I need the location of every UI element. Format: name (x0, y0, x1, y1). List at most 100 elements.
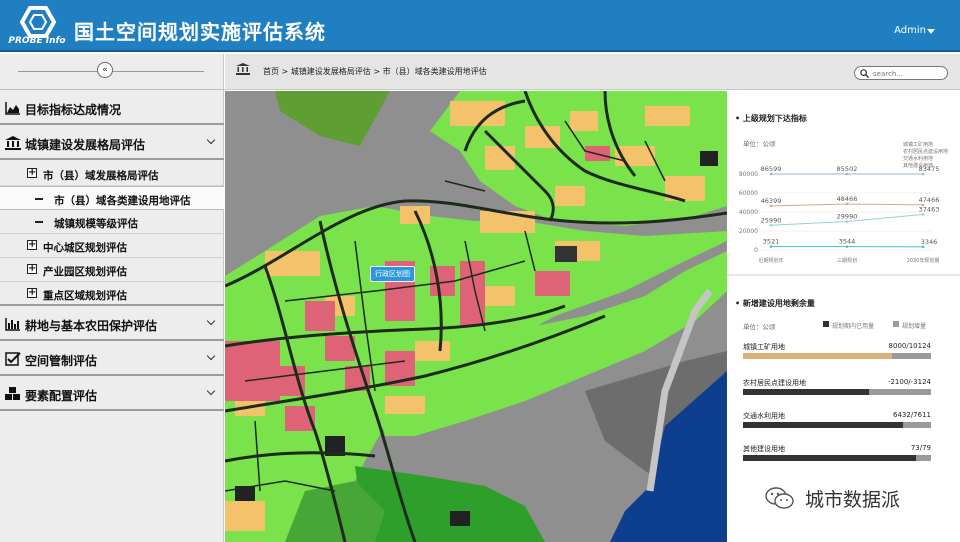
sidebar-subitem-county-land-use[interactable]: 市（县）域各类建设用地评估 (0, 186, 224, 210)
data-point (769, 245, 773, 248)
collapse-sidebar-button[interactable]: « (97, 62, 113, 78)
data-point (769, 204, 773, 208)
data-point (921, 213, 925, 216)
data-label: 47466 (919, 196, 940, 204)
data-label: 3346 (921, 238, 938, 246)
search-input[interactable] (873, 68, 943, 79)
panel1-title-text: 上级规划下达指标 (742, 114, 807, 123)
data-point (845, 245, 849, 248)
chevron-down-icon (206, 316, 216, 326)
sidebar-item-label: 城镇建设发展格局评估 (25, 138, 146, 152)
user-menu[interactable]: Admin (894, 25, 926, 36)
x-tick-label: 三期规划 (837, 257, 857, 264)
data-label: 86599 (761, 165, 782, 173)
data-label: 29990 (837, 213, 858, 221)
chevron-down-icon (206, 135, 216, 145)
legend-swatch (893, 321, 899, 327)
sidebar-item-spatial-control[interactable]: 空间管制评估 (0, 343, 224, 376)
sidebar-item-goal-indicators[interactable]: 目标指标达成情况 (0, 92, 224, 125)
y-tick-label: 40000 (739, 209, 758, 216)
panel2-title-text: 新增建设用地剩余量 (742, 299, 815, 308)
panel1-title: • 上级规划下达指标 (735, 114, 807, 123)
bar-track (743, 353, 931, 359)
sidebar-item-farmland[interactable]: 耕地与基本农田保护评估 (0, 308, 224, 341)
bar-value: 6432/7611 (893, 411, 931, 419)
sidebar-collapse-row: « (0, 54, 224, 90)
data-point (921, 245, 925, 249)
caret-down-icon[interactable] (927, 29, 935, 34)
data-label: 25990 (761, 216, 782, 224)
area-chart-icon (5, 102, 20, 115)
sidebar-item-label: 耕地与基本农田保护评估 (25, 319, 158, 333)
minus-icon (35, 221, 43, 223)
subitem-label: 中心城区规划评估 (43, 242, 127, 254)
panel2-title: • 新增建设用地剩余量 (735, 299, 815, 308)
bar-fill (743, 353, 892, 359)
right-panel: • 上级规划下达指标 单位：公顷 城镇工矿用地 农村居民点建设用地 交通水利用地… (727, 91, 960, 542)
data-label: 46399 (761, 197, 782, 205)
sidebar-subitem-central-city[interactable]: + 中心城区规划评估 (0, 234, 224, 258)
bar-name: 城镇工矿用地 (743, 343, 785, 351)
remaining-bar: 交通水利用地 6432/7611 (743, 411, 931, 431)
data-label: 85502 (837, 165, 858, 173)
land-use-map[interactable] (225, 91, 727, 542)
search-box[interactable] (854, 66, 948, 80)
sidebar-subitem-industrial-park[interactable]: + 产业园区规划评估 (0, 258, 224, 282)
bar-fill (743, 389, 869, 395)
data-point (845, 172, 849, 176)
y-tick-label: 80000 (739, 171, 758, 178)
data-point (769, 172, 773, 176)
plus-square-icon[interactable]: + (27, 264, 37, 274)
data-label: 83475 (919, 165, 940, 173)
bar-track (743, 389, 931, 395)
data-point (845, 220, 849, 223)
indicator-line-chart: 80000 60000 40000 20000 0 86599 85502 83475 463… (739, 165, 940, 264)
bar-name: 农村居民点建设用地 (743, 379, 806, 387)
data-point (845, 202, 849, 206)
y-tick-label: 0 (754, 247, 758, 254)
plus-square-icon[interactable]: + (27, 288, 37, 298)
data-label: 3521 (763, 238, 780, 246)
chevron-down-icon (206, 386, 216, 396)
logo-text: PROBE Info (8, 36, 66, 46)
legend-item: 规划期内已用量 (832, 323, 875, 330)
panel2-unit: 单位：公顷 (743, 323, 776, 331)
sidebar-subitem-key-area[interactable]: + 重点区域规划评估 (0, 282, 224, 306)
bar-value: 8000/10124 (888, 342, 931, 350)
sidebar-subitem-county-pattern[interactable]: + 市（县）域发展格局评估 (0, 162, 224, 186)
map-layer-label[interactable]: 行政区划图 (370, 266, 415, 282)
remaining-bar: 其他建设用地 73/79 (743, 444, 931, 464)
wechat-icon (765, 487, 794, 509)
bar-name: 交通水利用地 (743, 412, 785, 420)
watermark-text: 城市数据派 (805, 489, 901, 511)
data-point (769, 224, 773, 227)
plus-square-icon[interactable]: + (27, 168, 37, 178)
subitem-label: 市（县）域各类建设用地评估 (54, 195, 191, 207)
sidebar-subitem-town-scale[interactable]: 城镇规模等级评估 (0, 210, 224, 234)
remaining-bar: 城镇工矿用地 8000/10124 (743, 342, 931, 362)
data-label: 37463 (919, 205, 940, 213)
remaining-bar: 农村居民点建设用地 -2100/-3124 (743, 378, 931, 398)
search-icon[interactable] (860, 69, 869, 78)
map-view[interactable]: 行政区划图 (225, 91, 727, 542)
sidebar: « 目标指标达成情况 城镇建设发展格局评估 + 市（县）域发展格局评估 市（县）… (0, 54, 224, 542)
y-tick-label: 20000 (739, 228, 758, 235)
bar-value: 73/79 (910, 444, 931, 452)
bar-chart-icon (5, 318, 20, 331)
app-title: 国土空间规划实施评估系统 (74, 20, 326, 44)
sidebar-item-urban-development[interactable]: 城镇建设发展格局评估 (0, 127, 224, 160)
data-label: 48466 (837, 195, 858, 203)
chevron-down-icon (206, 351, 216, 361)
subitem-label: 重点区域规划评估 (43, 290, 127, 302)
bank-icon[interactable] (236, 63, 250, 75)
breadcrumb: 首页 > 城镇建设发展格局评估 > 市（县）域各类建设用地评估 (225, 54, 960, 90)
sidebar-item-factor-allocation[interactable]: 要素配置评估 (0, 378, 224, 411)
data-point (921, 172, 925, 176)
bar-track (743, 422, 931, 428)
legend-item: 规划增量 (902, 323, 927, 330)
plus-square-icon[interactable]: + (27, 240, 37, 250)
subitem-label: 产业园区规划评估 (43, 266, 127, 278)
breadcrumb-text[interactable]: 首页 > 城镇建设发展格局评估 > 市（县）域各类建设用地评估 (263, 66, 487, 77)
app-header: PROBE Info 国土空间规划实施评估系统 Admin (0, 0, 960, 52)
bar-track (743, 455, 931, 461)
